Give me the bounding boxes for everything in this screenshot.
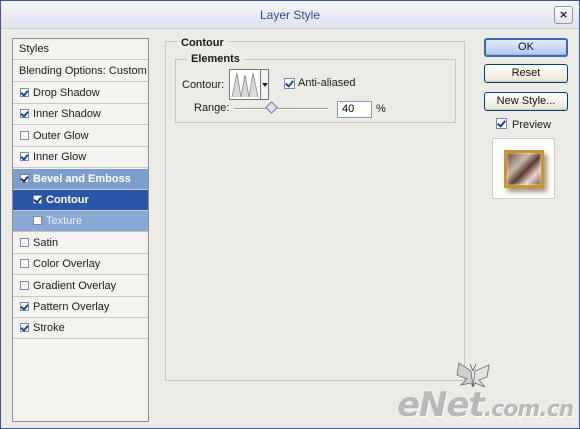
checkbox-stroke[interactable] bbox=[20, 323, 29, 332]
layer-style-dialog: Layer Style × Styles Blending Options: C… bbox=[0, 0, 580, 429]
style-item-label: Gradient Overlay bbox=[33, 280, 117, 292]
checkbox-inner-glow[interactable] bbox=[20, 152, 29, 161]
enet-watermark: eNet.com.cn bbox=[397, 385, 574, 425]
style-item-color-overlay[interactable]: Color Overlay bbox=[13, 254, 148, 275]
checkbox-bevel-and-emboss[interactable] bbox=[20, 174, 29, 183]
watermark-suffix: .com.cn bbox=[483, 397, 574, 422]
style-preview bbox=[492, 138, 555, 199]
dialog-title: Layer Style bbox=[259, 8, 321, 22]
style-item-label: Drop Shadow bbox=[33, 87, 100, 99]
elements-group-title: Elements bbox=[187, 53, 244, 65]
close-button[interactable]: × bbox=[554, 6, 573, 24]
styles-list: Styles Blending Options: Custom Drop Sha… bbox=[12, 38, 149, 422]
style-item-label: Texture bbox=[46, 215, 83, 227]
ok-button[interactable]: OK bbox=[484, 38, 568, 57]
style-item-label: Inner Shadow bbox=[33, 108, 101, 120]
style-item-pattern-overlay[interactable]: Pattern Overlay bbox=[13, 297, 148, 318]
contour-curve-icon bbox=[230, 70, 260, 99]
style-item-label: Pattern Overlay bbox=[33, 301, 110, 313]
style-item-label: Stroke bbox=[33, 322, 65, 334]
range-slider-track[interactable] bbox=[234, 108, 328, 110]
watermark-main: eNet bbox=[397, 385, 485, 425]
range-label: Range: bbox=[194, 102, 230, 114]
new-style-button[interactable]: New Style... bbox=[484, 92, 568, 111]
blending-options-item[interactable]: Blending Options: Custom bbox=[13, 61, 148, 82]
style-item-label: Bevel and Emboss bbox=[33, 173, 131, 185]
style-item-drop-shadow[interactable]: Drop Shadow bbox=[13, 83, 148, 104]
style-item-contour[interactable]: Contour bbox=[13, 190, 148, 211]
contour-picker[interactable] bbox=[229, 69, 261, 100]
style-item-stroke[interactable]: Stroke bbox=[13, 318, 148, 339]
style-item-inner-shadow[interactable]: Inner Shadow bbox=[13, 104, 148, 125]
checkbox-satin[interactable] bbox=[20, 238, 29, 247]
preview-checkbox[interactable] bbox=[496, 118, 507, 129]
reset-button[interactable]: Reset bbox=[484, 64, 568, 83]
style-item-label: Outer Glow bbox=[33, 130, 89, 142]
checkbox-texture[interactable] bbox=[33, 216, 42, 225]
contour-group-title: Contour bbox=[177, 37, 228, 49]
contour-dropdown-arrow[interactable] bbox=[260, 69, 269, 100]
style-item-texture[interactable]: Texture bbox=[13, 211, 148, 232]
contour-label: Contour: bbox=[182, 79, 225, 91]
style-item-bevel-and-emboss[interactable]: Bevel and Emboss bbox=[13, 169, 148, 190]
checkbox-inner-shadow[interactable] bbox=[20, 109, 29, 118]
style-item-label: Inner Glow bbox=[33, 151, 87, 163]
style-item-label: Color Overlay bbox=[33, 258, 101, 270]
style-item-label: Satin bbox=[33, 237, 59, 249]
title-bar[interactable]: Layer Style × bbox=[1, 1, 579, 29]
checkbox-contour[interactable] bbox=[33, 195, 42, 204]
checkbox-pattern-overlay[interactable] bbox=[20, 302, 29, 311]
styles-header[interactable]: Styles bbox=[13, 39, 148, 60]
style-item-satin[interactable]: Satin bbox=[13, 233, 148, 254]
anti-aliased-checkbox[interactable] bbox=[284, 78, 295, 89]
checkbox-gradient-overlay[interactable] bbox=[20, 281, 29, 290]
style-item-outer-glow[interactable]: Outer Glow bbox=[13, 126, 148, 147]
checkbox-outer-glow[interactable] bbox=[20, 131, 29, 140]
checkbox-drop-shadow[interactable] bbox=[20, 88, 29, 97]
checkbox-color-overlay[interactable] bbox=[20, 259, 29, 268]
style-item-gradient-overlay[interactable]: Gradient Overlay bbox=[13, 276, 148, 297]
style-item-inner-glow[interactable]: Inner Glow bbox=[13, 147, 148, 168]
preview-swatch bbox=[504, 150, 544, 188]
style-item-label: Contour bbox=[46, 194, 89, 206]
range-unit: % bbox=[376, 103, 386, 115]
anti-aliased-label: Anti-aliased bbox=[298, 77, 356, 89]
range-input[interactable]: 40 bbox=[337, 101, 372, 118]
preview-label: Preview bbox=[512, 119, 552, 131]
